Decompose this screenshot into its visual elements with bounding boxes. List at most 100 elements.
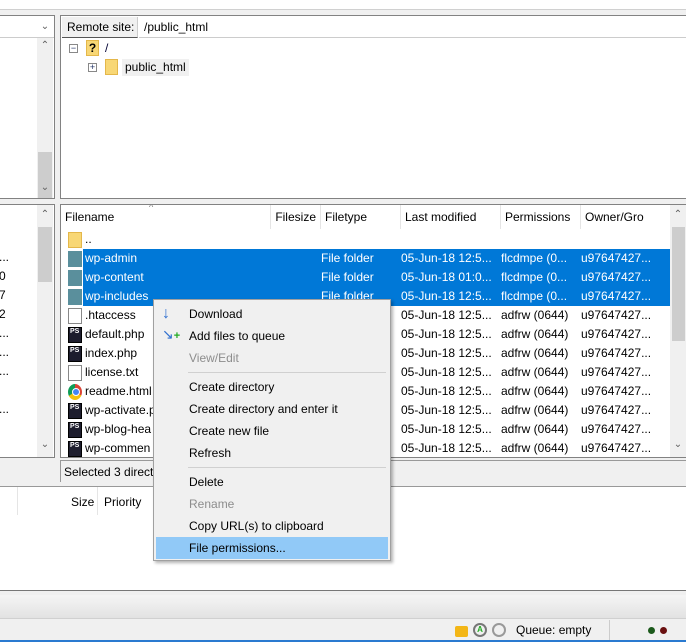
lock-icon [455, 626, 468, 637]
column-divider [17, 487, 18, 515]
cell-modified: 05-Jun-18 12:5... [401, 403, 492, 417]
cell-owner: u97647427... [581, 289, 652, 303]
cell-perms: adfrw (0644) [501, 384, 569, 398]
folder-icon [68, 251, 82, 267]
column-header-permissions[interactable]: Permissions [501, 205, 581, 229]
local-file-name-partial[interactable]: ... [0, 250, 9, 264]
cell-owner: u97647427... [581, 270, 652, 284]
cell-type: File folder [321, 270, 374, 284]
menu-item-create-directory-and-enter-it[interactable]: Create directory and enter it [156, 398, 388, 420]
cell-perms: adfrw (0644) [501, 365, 569, 379]
cell-modified: 05-Jun-18 12:5... [401, 384, 492, 398]
queue-column-priority[interactable]: Priority [104, 495, 141, 509]
cell-owner: u97647427... [581, 365, 652, 379]
remote-list-scrollbar[interactable]: ⌃ ⌄ [670, 205, 686, 457]
chevron-down-icon[interactable]: ⌄ [37, 21, 53, 32]
cell-modified: 05-Jun-18 12:5... [401, 308, 492, 322]
tree-item-root[interactable]: / [105, 41, 108, 55]
cell-modified: 05-Jun-18 12:5... [401, 289, 492, 303]
menu-item-refresh[interactable]: Refresh [156, 442, 388, 464]
column-divider [97, 487, 98, 515]
send-indicator-icon [660, 627, 667, 634]
local-file-name-partial[interactable]: 7 [0, 288, 6, 302]
menu-item-copy-url-s-to-clipboard[interactable]: Copy URL(s) to clipboard [156, 515, 388, 537]
menu-item-create-directory[interactable]: Create directory [156, 376, 388, 398]
local-file-name-partial[interactable]: ... [0, 402, 9, 416]
cell-modified: 05-Jun-18 12:5... [401, 365, 492, 379]
scroll-down-icon[interactable]: ⌄ [37, 439, 53, 450]
divider [609, 620, 610, 640]
menu-item-add-files-to-queue[interactable]: Add files to queue [156, 325, 388, 347]
html-file-icon [68, 384, 82, 400]
folder-icon [105, 59, 118, 75]
scrollbar-thumb[interactable] [672, 227, 685, 341]
menu-item-view-edit[interactable]: View/Edit [156, 347, 388, 369]
unknown-folder-icon: ? [86, 40, 99, 56]
menu-item-create-new-file[interactable]: Create new file [156, 420, 388, 442]
menu-separator [188, 467, 386, 468]
cell-perms: adfrw (0644) [501, 422, 569, 436]
cell-name: wp-admin [85, 251, 138, 265]
cell-perms: flcdmpe (0... [501, 251, 568, 265]
menu-item-delete[interactable]: Delete [156, 471, 388, 493]
cell-modified: 05-Jun-18 12:5... [401, 422, 492, 436]
cell-owner: u97647427... [581, 403, 652, 417]
column-header-filesize[interactable]: Filesize [271, 205, 321, 229]
cell-perms: flcdmpe (0... [501, 289, 568, 303]
local-file-name-partial[interactable]: ... [0, 326, 9, 340]
queue-status: Queue: empty [516, 623, 592, 637]
php-file-icon: PS [68, 346, 82, 362]
scroll-down-icon[interactable]: ⌄ [670, 439, 686, 450]
remote-site-label: Remote site: [62, 17, 138, 38]
local-path-combo[interactable]: ⌄ [0, 16, 54, 38]
local-file-name-partial[interactable]: ... [0, 364, 9, 378]
queue-column-size[interactable]: Size [71, 495, 94, 509]
cell-modified: 05-Jun-18 12:5... [401, 251, 492, 265]
local-tree-scrollbar[interactable]: ⌃ ⌄ [37, 38, 53, 198]
folder-icon [68, 270, 82, 286]
local-file-name-partial[interactable]: 2 [0, 307, 6, 321]
speed-limit-icon[interactable] [492, 623, 506, 637]
scroll-up-icon[interactable]: ⌃ [37, 209, 53, 220]
receive-indicator-icon [648, 627, 655, 634]
cell-owner: u97647427... [581, 422, 652, 436]
cell-owner: u97647427... [581, 346, 652, 360]
local-file-name-partial[interactable]: 0 [0, 269, 6, 283]
menu-item-download[interactable]: Download [156, 303, 388, 325]
menu-item-rename[interactable]: Rename [156, 493, 388, 515]
php-file-icon: PS [68, 441, 82, 457]
scroll-up-icon[interactable]: ⌃ [37, 40, 53, 51]
gear-icon[interactable]: A [473, 623, 487, 637]
table-row[interactable]: .. [63, 230, 672, 249]
cell-name: wp-content [85, 270, 144, 284]
column-header-filetype[interactable]: Filetype [321, 205, 401, 229]
menu-item-file-permissions[interactable]: File permissions... [156, 537, 388, 559]
php-file-icon: PS [68, 327, 82, 343]
local-list-scrollbar[interactable]: ⌃ ⌄ [37, 205, 53, 457]
expand-icon[interactable]: + [88, 63, 97, 72]
tree-item-public-html[interactable]: public_html [122, 59, 189, 76]
scroll-down-icon[interactable]: ⌄ [37, 182, 53, 193]
local-file-name-partial[interactable]: ... [0, 345, 9, 359]
cell-modified: 05-Jun-18 12:5... [401, 327, 492, 341]
table-row[interactable]: wp-admin File folder 05-Jun-18 12:5... flcd… [68, 249, 672, 268]
cell-modified: 05-Jun-18 12:5... [401, 441, 492, 455]
column-header-owner-gro[interactable]: Owner/Gro [581, 205, 671, 229]
local-file-list: ... 0 7 2............ ⌃ ⌄ [0, 204, 55, 458]
scroll-up-icon[interactable]: ⌃ [670, 209, 686, 220]
table-row[interactable]: wp-content File folder 05-Jun-18 01:0... fl… [68, 268, 672, 287]
cell-perms: adfrw (0644) [501, 327, 569, 341]
remote-path-input[interactable]: /public_html [139, 17, 686, 38]
cell-perms: adfrw (0644) [501, 308, 569, 322]
php-file-icon: PS [68, 422, 82, 438]
scrollbar-thumb[interactable] [38, 227, 52, 282]
collapse-icon[interactable]: − [69, 44, 78, 53]
cell-modified: 05-Jun-18 12:5... [401, 346, 492, 360]
cell-owner: u97647427... [581, 384, 652, 398]
php-file-icon: PS [68, 403, 82, 419]
cell-name: .. [85, 232, 92, 246]
download-icon: ↓ [162, 305, 170, 322]
column-header-last-modified[interactable]: Last modified [401, 205, 501, 229]
column-header-filename[interactable]: Filename [61, 205, 271, 229]
remote-tree-pane: Remote site: /public_html − ? / + public… [60, 15, 686, 199]
